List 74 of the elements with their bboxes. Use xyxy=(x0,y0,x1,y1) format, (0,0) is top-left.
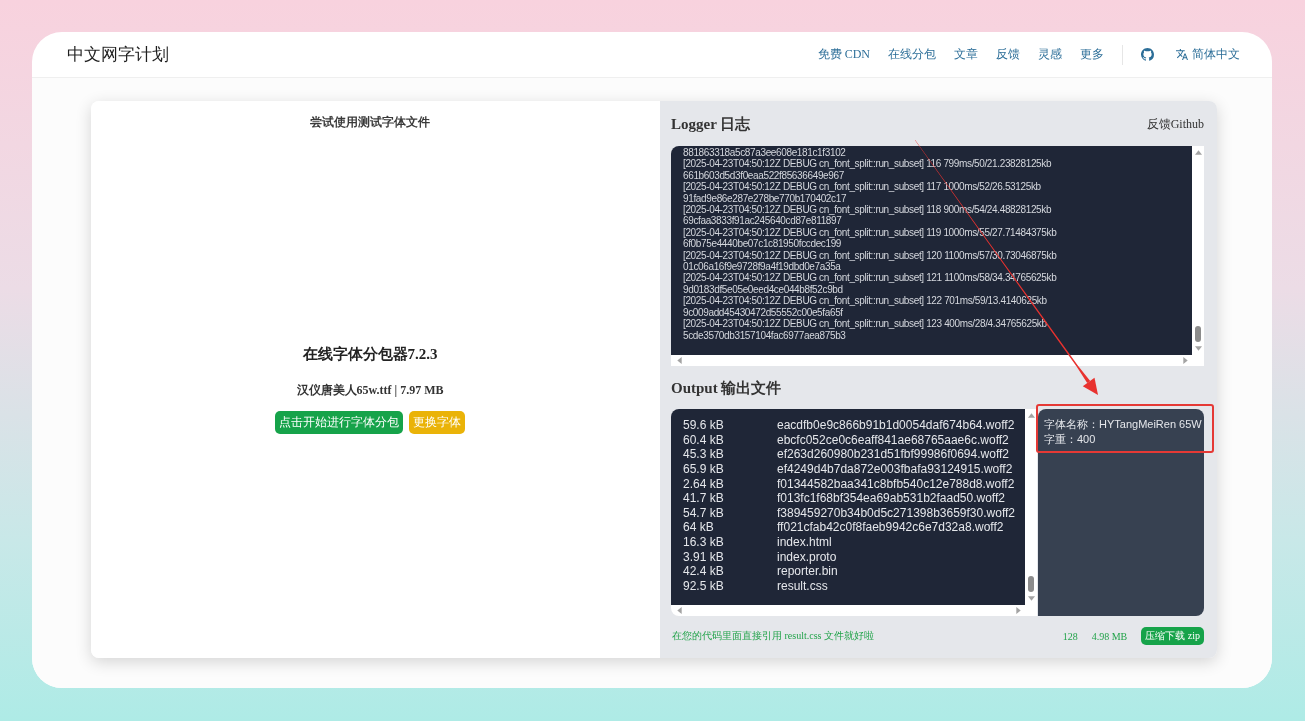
log-line: 881863318a5c87a3ee608e181c1f3102 xyxy=(683,147,846,159)
file-name: f013fc1f68bf354ea69ab531b2faad50.woff2 xyxy=(777,491,1005,506)
output-title: Output 输出文件 xyxy=(671,378,782,398)
vertical-scrollbar[interactable] xyxy=(1025,409,1037,605)
log-line: 9c009add45430472d55552c00e5fa65f xyxy=(683,306,843,319)
nav-link[interactable]: 在线分包 xyxy=(888,46,936,63)
file-size: 60.4 kB xyxy=(683,432,725,448)
nav-link[interactable]: 灵感 xyxy=(1038,46,1062,63)
log-line: 6f0b75e4440be07c1c81950fccdec199 xyxy=(683,238,842,250)
file-name: result.css xyxy=(777,579,828,594)
file-size: 16.3 kB xyxy=(683,535,725,550)
total-size: 4.98 MB xyxy=(1091,630,1128,642)
log-line: 5cde3570db3157104fac6977aea875b3 xyxy=(683,329,846,341)
horizontal-scrollbar[interactable] xyxy=(671,605,1037,616)
file-name: ef4249d4b7da872e003fbafa93124915.woff2 xyxy=(777,461,1013,477)
scroll-up-icon[interactable] xyxy=(1194,150,1202,155)
github-icon[interactable] xyxy=(1141,48,1154,61)
nav-link[interactable]: 免费 CDN xyxy=(817,46,870,63)
scrollbar-thumb[interactable] xyxy=(1195,326,1201,342)
file-size: 59.6 kB xyxy=(683,418,725,433)
translate-icon xyxy=(1176,49,1188,60)
font-info-text: 字体名称：HYTangMeiRen 65W xyxy=(1044,417,1202,432)
log-line: [2025-04-23T04:50:12Z DEBUG cn_font_split::run_subset] 117 1000ms/52/26.53125kb xyxy=(683,181,1041,193)
log-line: 69cfaa3833f91ac245640cd87e811897 xyxy=(683,215,842,227)
file-count: 128 xyxy=(1062,630,1078,642)
scroll-right-icon[interactable] xyxy=(1183,357,1188,364)
file-size: 54.7 kB xyxy=(683,505,725,521)
site-title: 中文网字计划 xyxy=(67,44,169,66)
file-name: ebcfc052ce0c6eaff841ae68765aae6c.woff2 xyxy=(777,432,1009,448)
nav-link[interactable]: 反馈 xyxy=(996,46,1020,63)
nav-link[interactable]: 文章 xyxy=(954,46,978,63)
file-name: ff021cfab42c0f8faeb9942c6e7d32a8.woff2 xyxy=(777,520,1004,536)
scroll-down-icon[interactable] xyxy=(1027,596,1035,601)
log-line: [2025-04-23T04:50:12Z DEBUG cn_font_split::run_subset] 123 400ms/28/4.34765625kb xyxy=(683,318,1047,330)
file-size: 65.9 kB xyxy=(683,461,725,477)
file-name: reporter.bin xyxy=(777,564,838,580)
file-name: f01344582baa341c8bfb540c12e788d8.woff2 xyxy=(777,476,1015,492)
nav-link[interactable]: 更多 xyxy=(1080,46,1104,63)
vertical-scrollbar[interactable] xyxy=(1192,146,1204,355)
horizontal-scrollbar[interactable] xyxy=(671,355,1204,366)
download-zip-button[interactable]: 压缩下载 zip xyxy=(1141,627,1204,645)
language-switcher[interactable]: 简体中文 xyxy=(1176,46,1240,63)
file-size: 45.3 kB xyxy=(683,447,725,462)
log-line: 01c06a16f9e9728f9a4f19dbd0e7a35a xyxy=(683,261,841,273)
scroll-left-icon[interactable] xyxy=(677,357,682,364)
log-line: 661b603d5d3f0eaa522f85636649e967 xyxy=(683,169,844,182)
log-line: 9d0183df5e05e0eed4ce044b8f52c9bd xyxy=(683,283,843,296)
scroll-up-icon[interactable] xyxy=(1027,413,1035,418)
start-split-button[interactable]: 点击开始进行字体分包 xyxy=(275,411,403,434)
file-size: 2.64 kB xyxy=(683,476,725,492)
file-name: ef263d260980b231d51fbf99986f0694.woff2 xyxy=(777,447,1009,462)
scrollbar-thumb[interactable] xyxy=(1028,576,1034,592)
file-name: f389459270b34b0d5c271398b3659f30.woff2 xyxy=(777,505,1015,521)
file-size: 3.91 kB xyxy=(683,549,725,565)
font-file-info: 汉仪唐美人65w.ttf | 7.97 MB xyxy=(296,382,444,399)
file-name: eacdfb0e9c866b91b1d0054daf674b64.woff2 xyxy=(777,418,1015,433)
scroll-down-icon[interactable] xyxy=(1194,346,1202,351)
file-name: index.proto xyxy=(777,549,837,565)
feedback-link[interactable]: 反馈Github xyxy=(1146,115,1204,133)
log-line: [2025-04-23T04:50:12Z DEBUG cn_font_split::run_subset] 116 799ms/50/21.23828125kb xyxy=(683,158,1052,170)
file-size: 92.5 kB xyxy=(683,579,725,594)
scroll-right-icon[interactable] xyxy=(1016,607,1021,614)
usage-hint: 在您的代码里面直接引用 result.css 文件就好啦 xyxy=(671,629,874,643)
preview-caption: 尝试使用测试字体文件 xyxy=(310,114,430,131)
file-size: 42.4 kB xyxy=(683,564,725,580)
log-line: 91fad9e86e287e278be770b170402c17 xyxy=(683,192,847,205)
file-size: 41.7 kB xyxy=(683,491,725,506)
file-size: 64 kB xyxy=(683,520,715,536)
scroll-left-icon[interactable] xyxy=(677,607,682,614)
font-info-text: 字重：400 xyxy=(1044,432,1096,447)
app-title: 在线字体分包器7.2.3 xyxy=(302,345,438,364)
file-name: index.html xyxy=(777,535,832,550)
logger-title: Logger 日志 xyxy=(671,114,751,134)
log-line: [2025-04-23T04:50:12Z DEBUG cn_font_split::run_subset] 118 900ms/54/24.48828125kb xyxy=(683,204,1052,216)
